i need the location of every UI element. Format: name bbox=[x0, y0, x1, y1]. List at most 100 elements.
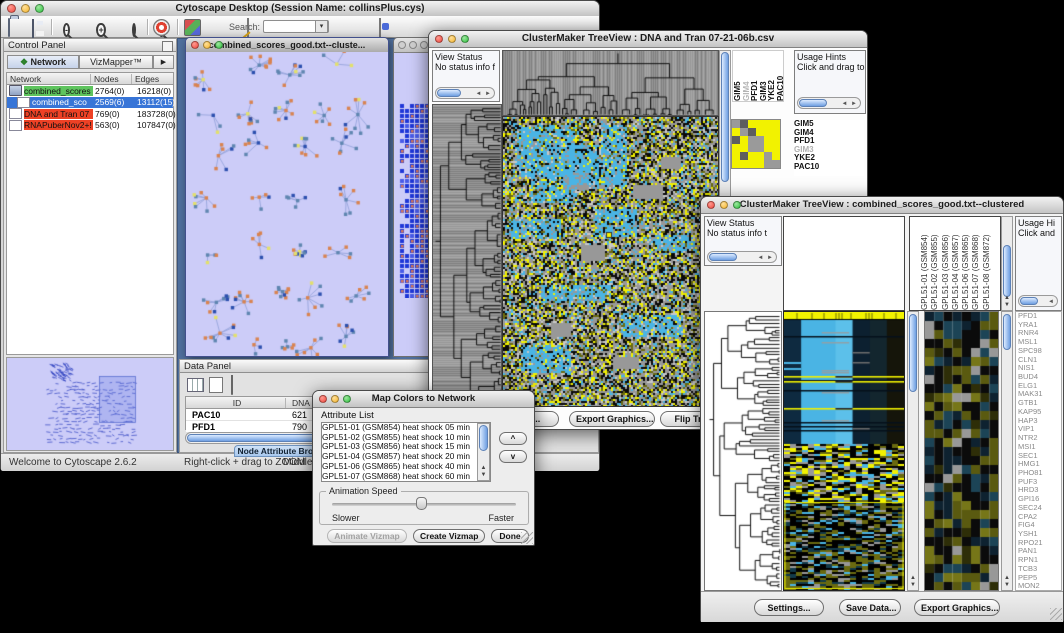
zoom-matrix-cell[interactable] bbox=[732, 120, 740, 128]
gene-label[interactable]: HMG1 bbox=[1018, 460, 1061, 469]
minimize-icon[interactable] bbox=[331, 395, 339, 403]
zoom-matrix-cell[interactable] bbox=[756, 152, 764, 160]
network-table-row[interactable]: DNA and Tran 07 769(0) 183728(0) bbox=[7, 108, 173, 120]
gene-label[interactable]: ELG1 bbox=[1018, 382, 1061, 391]
zoom-column-label[interactable]: YKE2 bbox=[767, 51, 776, 101]
minimize-icon[interactable] bbox=[409, 41, 417, 49]
zoom-column-label[interactable]: PFD1 bbox=[750, 51, 759, 101]
zoom-matrix-cell[interactable] bbox=[756, 136, 764, 144]
column-labels-vscrollbar[interactable]: ▲▼ bbox=[1001, 216, 1013, 311]
network-view-canvas[interactable] bbox=[186, 52, 388, 356]
close-icon[interactable] bbox=[398, 41, 406, 49]
zoom-window-icon[interactable] bbox=[35, 4, 44, 13]
tab-vizmapper[interactable]: VizMapper™ bbox=[79, 55, 153, 69]
attribute-list[interactable]: GPL51-01 (GSM854) heat shock 05 minGPL51… bbox=[321, 422, 491, 482]
zoom-matrix-cell[interactable] bbox=[772, 136, 780, 144]
zoom-matrix-cell[interactable] bbox=[764, 120, 772, 128]
new-attribute-icon[interactable] bbox=[209, 377, 223, 393]
attribute-list-item[interactable]: GPL51-06 (GSM865) heat shock 40 min bbox=[322, 462, 490, 472]
zoom-column-label[interactable]: GIM4 bbox=[742, 51, 751, 101]
attribute-list-item[interactable]: GPL51-02 (GSM855) heat shock 10 min bbox=[322, 433, 490, 443]
zoom-matrix-cell[interactable] bbox=[772, 160, 780, 168]
gene-label[interactable]: VIP1 bbox=[1018, 425, 1061, 434]
zoom-matrix-cell[interactable] bbox=[732, 152, 740, 160]
zoom-matrix-cell[interactable] bbox=[748, 144, 756, 152]
open-file-icon[interactable] bbox=[8, 18, 10, 37]
zoom-matrix-cell[interactable] bbox=[740, 152, 748, 160]
gene-label[interactable]: HAP3 bbox=[1018, 417, 1061, 426]
close-icon[interactable] bbox=[191, 41, 199, 49]
zoom-matrix-cell[interactable] bbox=[764, 144, 772, 152]
zoom-matrix-cell[interactable] bbox=[732, 128, 740, 136]
network-table-row[interactable]: combined_sco 2569(6) 13112(15) bbox=[7, 97, 173, 109]
zoom-matrix-cell[interactable] bbox=[732, 144, 740, 152]
birdseye-canvas[interactable] bbox=[7, 358, 173, 450]
gene-label[interactable]: GTB1 bbox=[1018, 399, 1061, 408]
heatmap-canvas[interactable] bbox=[502, 116, 719, 407]
gene-label[interactable]: CLN1 bbox=[1018, 356, 1061, 365]
export-graphics-button[interactable]: Export Graphics... bbox=[569, 411, 655, 427]
gene-label[interactable]: MSI1 bbox=[1018, 443, 1061, 452]
zoom-row-label[interactable]: PAC10 bbox=[794, 163, 864, 172]
gene-label[interactable]: PFD1 bbox=[1018, 312, 1061, 321]
gene-label[interactable]: GPI16 bbox=[1018, 495, 1061, 504]
close-icon[interactable] bbox=[707, 201, 715, 209]
zoom-window-icon[interactable] bbox=[461, 35, 469, 43]
view-status-hscrollbar[interactable]: ◄ ► bbox=[435, 87, 495, 99]
animate-vizmap-button[interactable]: Animate Vizmap bbox=[327, 529, 407, 543]
zoom-matrix-cell[interactable] bbox=[764, 128, 772, 136]
gene-label[interactable]: SPC98 bbox=[1018, 347, 1061, 356]
zoom-matrix-cell[interactable] bbox=[764, 136, 772, 144]
gene-label[interactable]: NIS1 bbox=[1018, 364, 1061, 373]
network-from-table-icon[interactable] bbox=[379, 18, 381, 37]
gene-label[interactable]: PUF3 bbox=[1018, 478, 1061, 487]
zoom-matrix-cell[interactable] bbox=[772, 120, 780, 128]
float-panel-icon[interactable] bbox=[162, 41, 173, 52]
gene-label[interactable]: BUD4 bbox=[1018, 373, 1061, 382]
zoom-matrix-cell[interactable] bbox=[748, 160, 756, 168]
zoom-matrix-cell[interactable] bbox=[740, 120, 748, 128]
column-label[interactable]: GPL51-01 (GSM854) bbox=[920, 217, 930, 310]
vizmapper-icon[interactable] bbox=[184, 19, 201, 36]
close-icon[interactable] bbox=[435, 35, 443, 43]
column-label[interactable]: GPL51-08 (GSM872) bbox=[982, 217, 992, 310]
row-dendrogram-canvas[interactable] bbox=[704, 311, 782, 591]
gene-label[interactable]: NTR2 bbox=[1018, 434, 1061, 443]
main-titlebar[interactable]: Cytoscape Desktop (Session Name: collins… bbox=[1, 1, 599, 17]
usage-hints-hscrollbar[interactable]: ◄ ► bbox=[797, 97, 861, 109]
usage-hints-hscrollbar[interactable]: ◄ bbox=[1018, 295, 1058, 307]
zoom-column-label[interactable]: PAC10 bbox=[776, 51, 785, 101]
heatmap-vscrollbar[interactable]: ▲▼ bbox=[907, 311, 919, 591]
gene-label[interactable]: PAN1 bbox=[1018, 547, 1061, 556]
gene-label[interactable]: RNR4 bbox=[1018, 329, 1061, 338]
dense-network-canvas[interactable] bbox=[399, 102, 429, 298]
column-label[interactable]: GPL51-03 (GSM856) bbox=[941, 217, 951, 310]
save-data-button[interactable]: Save Data... bbox=[839, 599, 901, 616]
network-table-row[interactable]: combined_scores 2764(0) 16218(0) bbox=[7, 85, 173, 97]
col-network[interactable]: Network bbox=[7, 74, 91, 84]
gene-label[interactable]: RPO21 bbox=[1018, 539, 1061, 548]
minimize-icon[interactable] bbox=[203, 41, 211, 49]
zoom-in-icon[interactable]: + bbox=[96, 23, 105, 37]
birdseye-view[interactable] bbox=[6, 357, 174, 451]
view-status-hscrollbar[interactable]: ◄ ► bbox=[707, 251, 777, 263]
column-label[interactable]: GPL51-07 (GSM868) bbox=[971, 217, 981, 310]
zoom-matrix-cell[interactable] bbox=[748, 120, 756, 128]
close-icon[interactable] bbox=[7, 4, 16, 13]
zoom-matrix[interactable] bbox=[731, 119, 781, 169]
zoom-matrix-cell[interactable] bbox=[756, 144, 764, 152]
attribute-list-item[interactable]: GPL51-01 (GSM854) heat shock 05 min bbox=[322, 423, 490, 433]
animation-speed-slider-thumb[interactable] bbox=[416, 497, 427, 510]
zoom-matrix-cell[interactable] bbox=[756, 128, 764, 136]
gene-label[interactable]: SEC1 bbox=[1018, 452, 1061, 461]
col-edges[interactable]: Edges bbox=[132, 74, 173, 84]
column-label[interactable]: GPL51-02 (GSM855) bbox=[930, 217, 940, 310]
zoom-matrix-cell[interactable] bbox=[756, 120, 764, 128]
zoom-matrix-cell[interactable] bbox=[764, 152, 772, 160]
gene-label[interactable]: CPA2 bbox=[1018, 513, 1061, 522]
zoom-fit-icon[interactable] bbox=[132, 23, 136, 37]
column-dendrogram-area[interactable] bbox=[783, 216, 905, 311]
resize-grip[interactable] bbox=[521, 532, 533, 544]
zoom-panel-canvas[interactable] bbox=[924, 311, 999, 591]
gene-label[interactable]: YSH1 bbox=[1018, 530, 1061, 539]
